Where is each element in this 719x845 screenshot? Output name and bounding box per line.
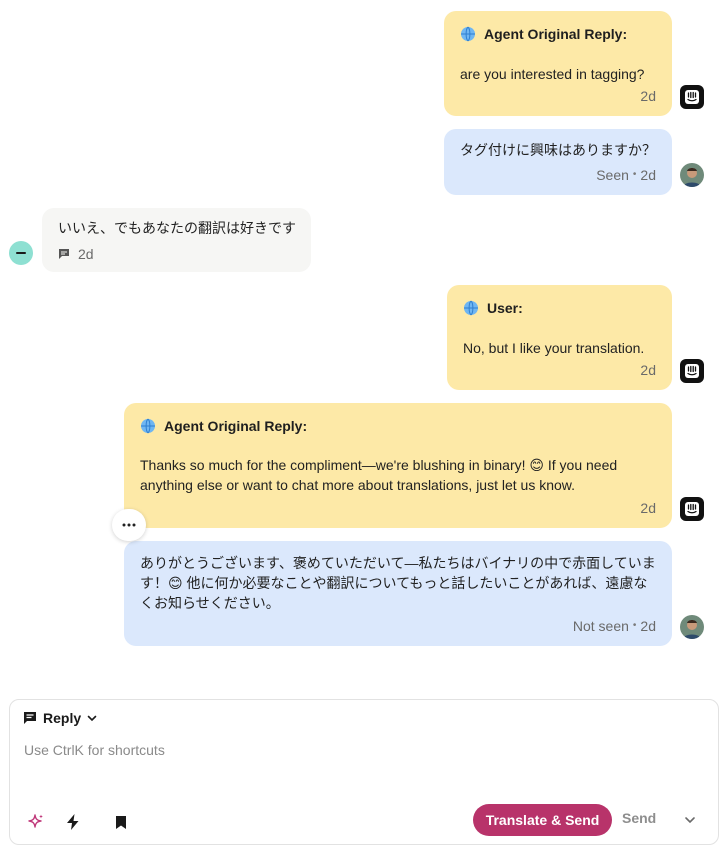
translation-text: タグ付けに興味はありますか？ (460, 142, 656, 158)
saved-replies-button[interactable] (109, 810, 133, 834)
agent-avatar[interactable] (680, 615, 704, 639)
intercom-bot-icon (685, 502, 699, 516)
agent-photo (680, 163, 704, 187)
send-options-button[interactable] (680, 810, 700, 830)
message-meta: 2d (640, 498, 656, 518)
timestamp: 2d (640, 362, 656, 378)
message-meta: 2d (640, 86, 656, 106)
more-horizontal-icon (122, 523, 136, 527)
reply-composer: Reply Translate & Send Send (9, 699, 719, 845)
timestamp: 2d (640, 500, 656, 516)
chevron-down-icon (87, 715, 97, 722)
sparkle-icon (28, 814, 43, 828)
ai-assist-button[interactable] (24, 810, 48, 834)
reply-icon (24, 712, 36, 724)
note-header: Agent Original Reply: (140, 416, 307, 436)
translation-bubble: ありがとうございます、褒めていただいて—私たちはバイナリの中で赤面しています！😊… (124, 541, 672, 646)
more-options-button[interactable] (112, 509, 146, 541)
intercom-bot-icon (685, 90, 699, 104)
chat-icon (59, 249, 69, 259)
lightning-icon (67, 814, 79, 830)
macros-button[interactable] (61, 810, 85, 834)
agent-photo (680, 615, 704, 639)
user-avatar[interactable] (9, 241, 33, 265)
note-text: are you interested in tagging? (460, 66, 645, 82)
user-text: いいえ、でもあなたの翻訳は好きです (58, 220, 296, 236)
note-title: Agent Original Reply: (484, 26, 628, 42)
reply-tab-label: Reply (43, 710, 82, 726)
message-meta: Not seen • 2d (572, 618, 656, 634)
note-text: Thanks so much for the compliment—we're … (140, 457, 618, 493)
globe-icon (461, 26, 475, 42)
agent-avatar[interactable] (680, 163, 704, 187)
note-header: Agent Original Reply: (460, 24, 627, 44)
intercom-bot-icon (685, 364, 699, 378)
globe-icon (464, 300, 478, 316)
bot-avatar[interactable] (680, 85, 704, 109)
globe-icon (141, 418, 155, 434)
message-meta: 2d (58, 244, 94, 264)
send-button[interactable]: Send (622, 810, 656, 826)
note-bubble-user: User: No, but I like your translation. 2… (447, 285, 672, 390)
note-text: No, but I like your translation. (463, 340, 645, 356)
seen-status: Not seen (572, 618, 629, 634)
bookmark-icon (116, 815, 126, 829)
translate-and-send-button[interactable]: Translate & Send (473, 804, 612, 836)
note-header: User: (463, 298, 523, 318)
reply-mode-dropdown[interactable]: Reply (23, 710, 97, 726)
note-bubble-original-reply: Agent Original Reply: are you interested… (444, 11, 672, 116)
chevron-down-icon (685, 817, 695, 824)
translation-bubble: タグ付けに興味はありますか？ Seen • 2d (444, 129, 672, 195)
user-bubble: いいえ、でもあなたの翻訳は好きです 2d (42, 208, 311, 272)
note-bubble-original-reply: Agent Original Reply: Thanks so much for… (124, 403, 672, 528)
note-title: Agent Original Reply: (164, 418, 308, 434)
timestamp: 2d (640, 618, 656, 634)
reply-input[interactable] (24, 738, 684, 762)
translation-text: ありがとうございます、褒めていただいて—私たちはバイナリの中で赤面しています！😊… (140, 555, 656, 611)
message-meta: 2d (640, 360, 656, 380)
seen-status: Seen (596, 167, 629, 183)
timestamp: 2d (640, 167, 656, 183)
note-title: User: (487, 300, 523, 316)
message-meta: Seen • 2d (596, 167, 656, 183)
timestamp: 2d (640, 88, 656, 104)
bot-avatar[interactable] (680, 497, 704, 521)
timestamp: 2d (78, 246, 94, 262)
bot-avatar[interactable] (680, 359, 704, 383)
